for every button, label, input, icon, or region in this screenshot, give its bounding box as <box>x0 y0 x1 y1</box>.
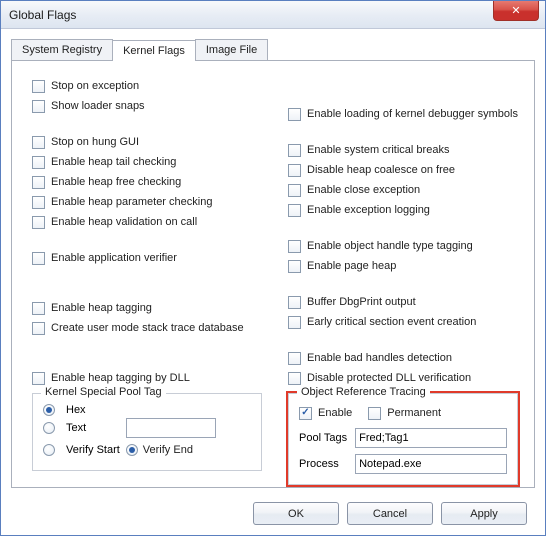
chk-stack-trace-db[interactable] <box>32 322 45 335</box>
titlebar: Global Flags ✕ <box>1 1 545 29</box>
lbl-early-crit-section: Early critical section event creation <box>307 316 476 328</box>
chk-sys-critical-breaks[interactable] <box>288 144 301 157</box>
lbl-process: Process <box>299 458 347 470</box>
ok-button[interactable]: OK <box>253 502 339 525</box>
lbl-ort-enable: Enable <box>318 407 352 419</box>
cancel-button[interactable]: Cancel <box>347 502 433 525</box>
dialog-buttons: OK Cancel Apply <box>253 502 527 525</box>
radio-verify-start[interactable] <box>43 444 55 456</box>
chk-stop-exception[interactable] <box>32 80 45 93</box>
lbl-heap-param: Enable heap parameter checking <box>51 196 212 208</box>
chk-obj-handle-type-tag[interactable] <box>288 240 301 253</box>
chk-bad-handles[interactable] <box>288 352 301 365</box>
chk-disable-protected-dll[interactable] <box>288 372 301 385</box>
lbl-heap-free: Enable heap free checking <box>51 176 181 188</box>
chk-close-exception[interactable] <box>288 184 301 197</box>
lbl-app-verifier: Enable application verifier <box>51 252 177 264</box>
left-column: Stop on exception Show loader snaps Stop… <box>32 75 262 485</box>
chk-kernel-dbg-symbols[interactable] <box>288 108 301 121</box>
window-title: Global Flags <box>9 8 76 22</box>
radio-hex[interactable] <box>43 404 55 416</box>
radio-verify-end[interactable] <box>126 444 138 456</box>
lbl-obj-handle-type-tag: Enable object handle type tagging <box>307 240 473 252</box>
lbl-disable-protected-dll: Disable protected DLL verification <box>307 372 471 384</box>
input-pool-tag[interactable] <box>126 418 216 438</box>
lbl-heap-valid-call: Enable heap validation on call <box>51 216 197 228</box>
lbl-ort-permanent: Permanent <box>387 407 441 419</box>
client-area: System Registry Kernel Flags Image File … <box>1 29 545 535</box>
chk-heap-tagging-dll[interactable] <box>32 372 45 385</box>
chk-heap-param[interactable] <box>32 196 45 209</box>
lbl-heap-tail: Enable heap tail checking <box>51 156 176 168</box>
titlebar-buttons: ✕ <box>493 1 545 28</box>
chk-ort-permanent[interactable] <box>368 407 381 420</box>
chk-heap-valid-call[interactable] <box>32 216 45 229</box>
group-object-reference-tracing: Object Reference Tracing Enable Permanen… <box>288 393 518 485</box>
chk-disable-heap-coalesce[interactable] <box>288 164 301 177</box>
tab-system-registry[interactable]: System Registry <box>11 39 113 60</box>
lbl-sys-critical-breaks: Enable system critical breaks <box>307 144 449 156</box>
close-button[interactable]: ✕ <box>493 1 539 21</box>
lbl-stack-trace-db: Create user mode stack trace database <box>51 322 244 334</box>
chk-buffer-dbgprint[interactable] <box>288 296 301 309</box>
chk-heap-free[interactable] <box>32 176 45 189</box>
lbl-pool-tags: Pool Tags <box>299 432 347 444</box>
lbl-text: Text <box>66 422 120 434</box>
lbl-exception-logging: Enable exception logging <box>307 204 430 216</box>
chk-app-verifier[interactable] <box>32 252 45 265</box>
lbl-close-exception: Enable close exception <box>307 184 420 196</box>
right-column: Enable loading of kernel debugger symbol… <box>288 75 518 485</box>
lbl-stop-exception: Stop on exception <box>51 80 139 92</box>
lbl-stop-hung-gui: Stop on hung GUI <box>51 136 139 148</box>
lbl-verify-end: Verify End <box>143 444 193 456</box>
lbl-bad-handles: Enable bad handles detection <box>307 352 452 364</box>
lbl-buffer-dbgprint: Buffer DbgPrint output <box>307 296 416 308</box>
lbl-page-heap: Enable page heap <box>307 260 396 272</box>
lbl-heap-tagging: Enable heap tagging <box>51 302 152 314</box>
radio-text[interactable] <box>43 422 55 434</box>
chk-early-crit-section[interactable] <box>288 316 301 329</box>
lbl-verify-start: Verify Start <box>66 444 120 456</box>
chk-ort-enable[interactable] <box>299 407 312 420</box>
chk-exception-logging[interactable] <box>288 204 301 217</box>
dialog-window: Global Flags ✕ System Registry Kernel Fl… <box>0 0 546 536</box>
input-process[interactable] <box>355 454 507 474</box>
chk-show-loader-snaps[interactable] <box>32 100 45 113</box>
chk-heap-tail[interactable] <box>32 156 45 169</box>
tab-image-file[interactable]: Image File <box>195 39 268 60</box>
lbl-show-loader-snaps: Show loader snaps <box>51 100 145 112</box>
chk-heap-tagging[interactable] <box>32 302 45 315</box>
legend-ort: Object Reference Tracing <box>297 386 430 398</box>
tabstrip: System Registry Kernel Flags Image File <box>11 39 535 60</box>
input-pool-tags[interactable] <box>355 428 507 448</box>
chk-stop-hung-gui[interactable] <box>32 136 45 149</box>
chk-page-heap[interactable] <box>288 260 301 273</box>
lbl-disable-heap-coalesce: Disable heap coalesce on free <box>307 164 455 176</box>
tab-kernel-flags[interactable]: Kernel Flags <box>112 40 196 61</box>
apply-button[interactable]: Apply <box>441 502 527 525</box>
lbl-kernel-dbg-symbols: Enable loading of kernel debugger symbol… <box>307 108 518 120</box>
lbl-hex: Hex <box>66 404 120 416</box>
group-kernel-special-pool-tag: Kernel Special Pool Tag Hex Text Verify … <box>32 393 262 471</box>
legend-kspt: Kernel Special Pool Tag <box>41 386 166 398</box>
tab-panel-kernel-flags: Stop on exception Show loader snaps Stop… <box>11 60 535 488</box>
lbl-heap-tagging-dll: Enable heap tagging by DLL <box>51 372 190 384</box>
